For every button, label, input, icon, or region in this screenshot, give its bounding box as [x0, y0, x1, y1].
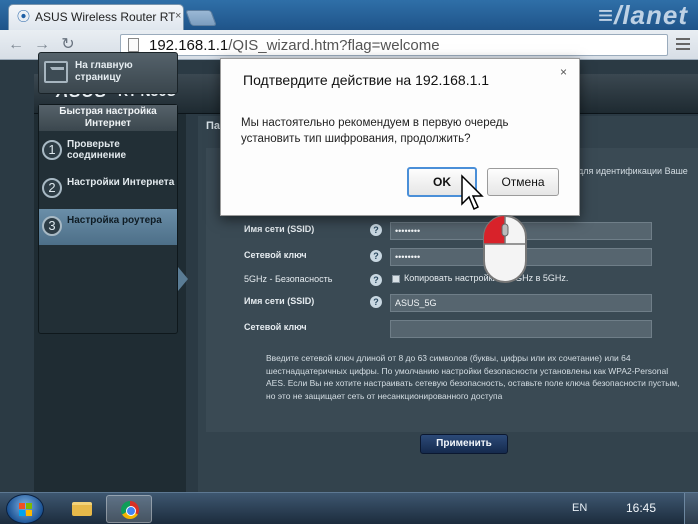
ssid-5g-row: Имя сети (SSID) ? ASUS_5G	[244, 294, 698, 312]
help-icon[interactable]: ?	[370, 224, 382, 236]
hamburger-menu-icon[interactable]	[676, 38, 690, 52]
windows-logo-icon	[19, 503, 33, 517]
lanet-logo: ≡/lanet	[597, 0, 688, 30]
apply-button[interactable]: Применить	[420, 434, 508, 454]
address-bar[interactable]: 192.168.1.1/QIS_wizard.htm?flag=welcome	[120, 34, 668, 56]
url-text: 192.168.1.1/QIS_wizard.htm?flag=welcome	[149, 37, 440, 54]
copy-settings-checkbox[interactable]	[392, 275, 400, 283]
cancel-button[interactable]: Отмена	[487, 168, 559, 196]
note-line: AES. Если Вы не хотите настраивать сетев…	[266, 378, 680, 388]
url-path: /QIS_wizard.htm?flag=welcome	[228, 37, 440, 54]
qis-panel: Быстрая настройка Интернет 1 Проверьте с…	[38, 104, 178, 334]
wifi-icon: ⦿	[17, 9, 31, 24]
tab-title: ASUS Wireless Router RT-N56U	[35, 10, 175, 24]
tab-close-icon[interactable]: ×	[175, 10, 181, 22]
taskbar: EN 16:45	[0, 492, 698, 524]
step-label: Настройка роутера	[67, 215, 162, 226]
home-label: На главную страницу	[75, 60, 133, 83]
back-arrow-icon[interactable]: ←	[6, 36, 26, 54]
step-check-connection[interactable]: 1 Проверьте соединение	[39, 133, 177, 169]
step-label: Проверьте соединение	[67, 139, 127, 161]
note-line: Введите сетевой ключ длиной от 8 до 63 с…	[266, 353, 631, 363]
help-icon[interactable]: ?	[370, 250, 382, 262]
help-icon[interactable]: ?	[370, 274, 382, 286]
help-icon[interactable]: ?	[370, 296, 382, 308]
step-number: 3	[42, 216, 62, 236]
ssid-label: Имя сети (SSID)	[244, 224, 315, 234]
network-key-5g-label: Сетевой ключ	[244, 322, 307, 332]
step-label: Настройки Интернета	[67, 177, 175, 188]
dialog-title: Подтвердите действие на 192.168.1.1	[243, 72, 490, 88]
show-desktop-button[interactable]	[684, 493, 698, 524]
home-icon	[44, 61, 68, 83]
taskbar-explorer-button[interactable]	[58, 495, 104, 523]
chrome-icon	[121, 501, 139, 519]
step-number: 2	[42, 178, 62, 198]
start-button[interactable]	[6, 494, 44, 524]
mouse-pointer-icon	[461, 174, 484, 211]
page-icon	[128, 38, 139, 52]
dialog-message-line: установить тип шифрования, продолжить?	[241, 133, 471, 145]
confirm-dialog: Подтвердите действие на 192.168.1.1 × Мы…	[220, 58, 580, 216]
ssid-5g-input[interactable]: ASUS_5G	[390, 294, 652, 312]
home-button[interactable]: На главную страницу	[38, 52, 178, 94]
network-key-5g-input[interactable]	[390, 320, 652, 338]
clock[interactable]: 16:45	[626, 501, 656, 515]
network-key-5g-row: Сетевой ключ	[244, 320, 698, 338]
computer-mouse-icon	[483, 215, 527, 283]
network-key-row: Сетевой ключ ? ••••••••	[244, 248, 698, 266]
close-icon[interactable]: ×	[560, 65, 567, 79]
qis-title: Быстрая настройка Интернет	[39, 105, 177, 131]
security-5g-label: 5GHz - Безопасность	[244, 274, 333, 284]
security-note: Введите сетевой ключ длиной от 8 до 63 с…	[266, 352, 698, 408]
network-key-label: Сетевой ключ	[244, 250, 307, 260]
ssid-description: для идентификации Ваше	[578, 166, 688, 176]
taskbar-chrome-button[interactable]	[106, 495, 152, 523]
dialog-message-line: Мы настоятельно рекомендуем в первую оче…	[241, 117, 509, 129]
language-indicator[interactable]: EN	[572, 502, 587, 514]
security-5g-row: 5GHz - Безопасность ? Копировать настрой…	[244, 272, 698, 290]
step-internet-settings[interactable]: 2 Настройки Интернета	[39, 171, 177, 207]
step-router-settings[interactable]: 3 Настройка роутера	[39, 209, 177, 245]
folder-icon	[72, 502, 92, 516]
dialog-message: Мы настоятельно рекомендуем в первую оче…	[241, 115, 561, 147]
new-tab-button[interactable]	[185, 10, 217, 26]
browser-titlebar: ⦿ ASUS Wireless Router RT-N56U × ≡/lanet	[0, 0, 698, 30]
ssid-5g-label: Имя сети (SSID)	[244, 296, 315, 306]
note-line: шестнадцатеричных цифры. По умолчанию на…	[266, 365, 669, 376]
note-line: но это не защищает сеть от несанкциониро…	[266, 390, 503, 401]
browser-tab[interactable]: ⦿ ASUS Wireless Router RT-N56U ×	[8, 4, 184, 30]
active-step-arrow	[178, 267, 188, 291]
step-number: 1	[42, 140, 62, 160]
ssid-row: Имя сети (SSID) ? ••••••••	[244, 222, 698, 240]
